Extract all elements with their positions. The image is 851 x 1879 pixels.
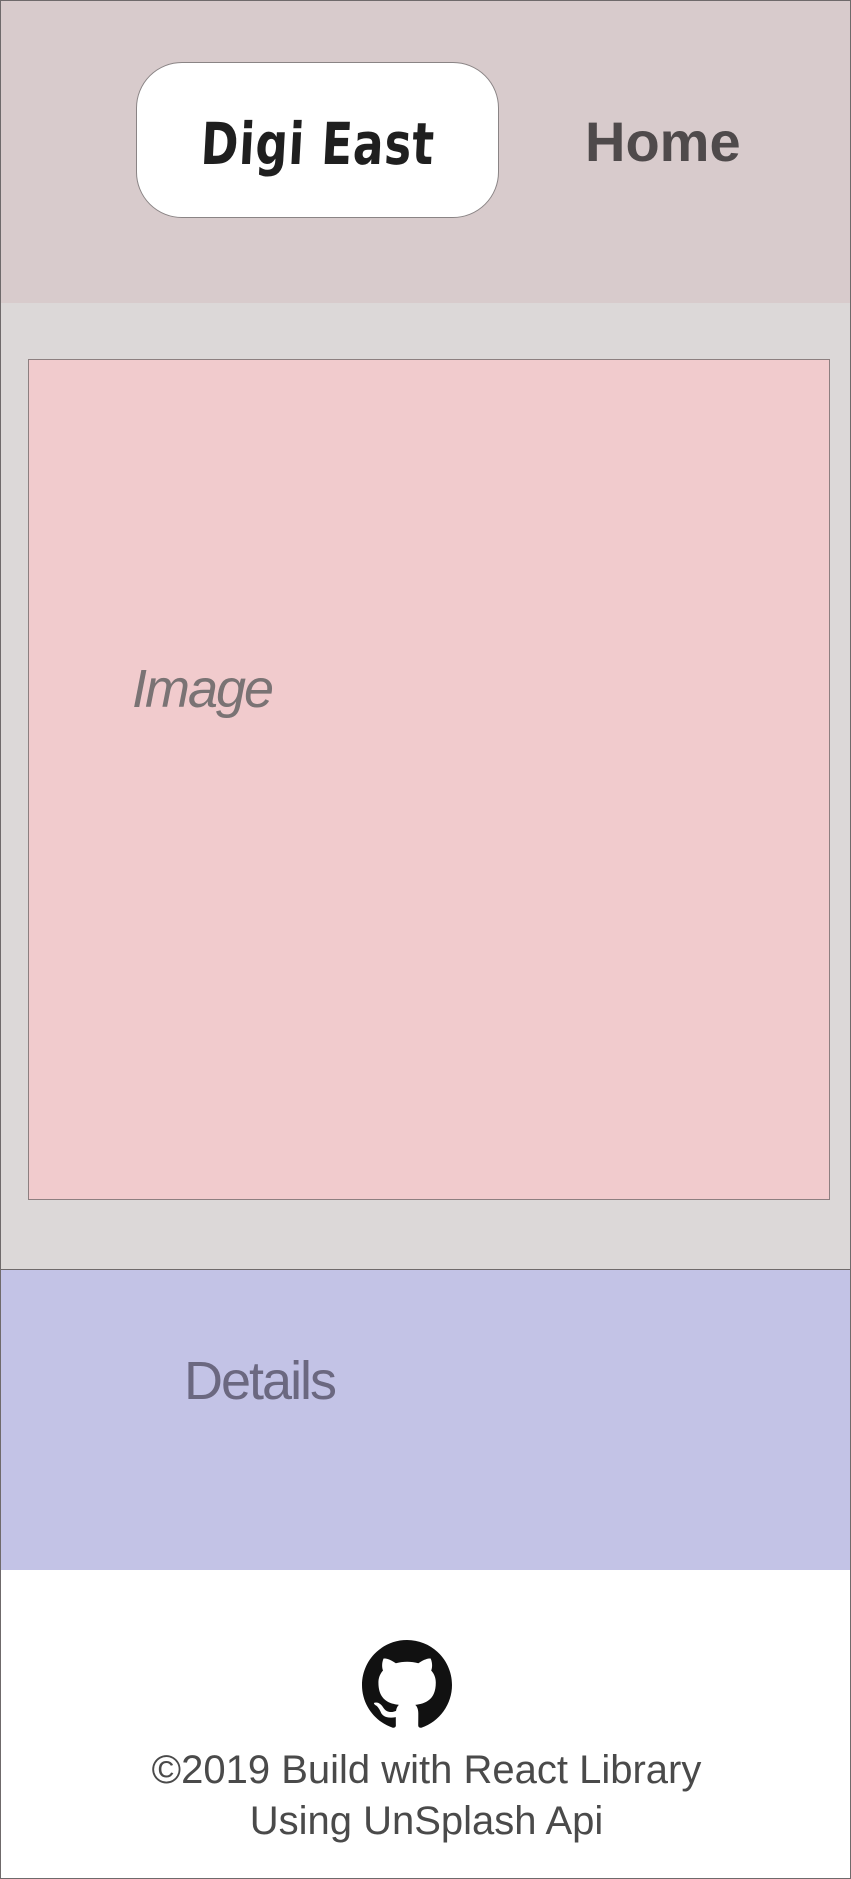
details-placeholder-label: Details [184,1351,337,1411]
details-section: Details [0,1269,851,1571]
image-placeholder: Image [28,359,830,1200]
site-header: Digi East Home [0,0,851,304]
github-icon [362,1640,452,1728]
brand-name: Digi East [198,110,437,178]
footer-copyright: ©2019 Build with React Library Using UnS… [1,1745,851,1847]
image-section: Image [0,303,851,1270]
nav-home-link[interactable]: Home [585,109,741,174]
brand-logo-button[interactable]: Digi East [136,62,499,218]
footer-line-1: ©2019 Build with React Library [151,1748,702,1792]
github-link[interactable] [362,1640,452,1730]
page: Digi East Home Image Details ©2019 Build… [0,0,851,1879]
site-footer: ©2019 Build with React Library Using UnS… [0,1570,851,1879]
image-placeholder-label: Image [132,659,274,719]
footer-line-2: Using UnSplash Api [249,1799,604,1843]
